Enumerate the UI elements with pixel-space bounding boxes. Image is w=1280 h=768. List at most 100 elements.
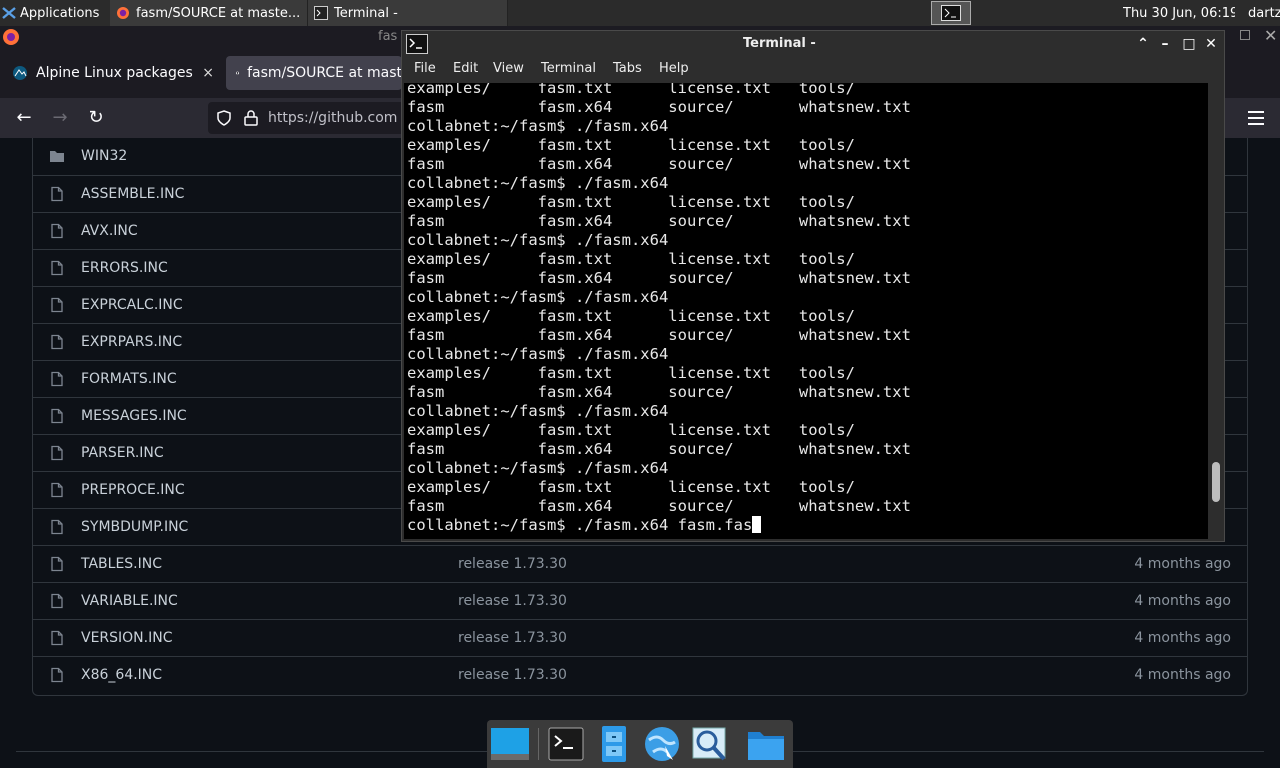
menu-file[interactable]: File — [414, 61, 436, 76]
terminal-window[interactable]: Terminal - ⌃ – □ ✕ File Edit View Termin… — [401, 30, 1225, 542]
lock-icon — [244, 110, 258, 126]
commit-message-link[interactable]: release 1.73.30 — [458, 667, 567, 683]
terminal-output[interactable]: examples/ fasm.txt license.txt tools/fas… — [404, 83, 1208, 539]
menu-terminal[interactable]: Terminal — [541, 61, 596, 76]
terminal-scrollbar[interactable] — [1210, 83, 1222, 539]
file-name-link[interactable]: PREPROCE.INC — [81, 482, 185, 498]
table-row[interactable]: TABLES.INC release 1.73.30 4 months ago — [33, 545, 1247, 582]
workspace-window-icon — [941, 5, 961, 21]
file-name-link[interactable]: TABLES.INC — [81, 556, 162, 572]
terminal-icon[interactable] — [545, 724, 587, 764]
terminal-line: fasm fasm.x64 source/ whatsnew.txt — [407, 155, 911, 173]
workspace-switcher[interactable] — [931, 0, 973, 26]
file-icon — [51, 630, 63, 646]
terminal-line: examples/ fasm.txt license.txt tools/ — [407, 250, 855, 268]
menu-edit[interactable]: Edit — [453, 61, 478, 76]
terminal-icon — [314, 6, 328, 20]
file-icon — [51, 260, 63, 276]
tab-label: Alpine Linux packages — [36, 65, 193, 81]
file-name-link[interactable]: X86_64.INC — [81, 667, 162, 683]
file-icon — [51, 223, 63, 239]
close-icon[interactable]: ✕ — [1202, 35, 1220, 53]
terminal-line: fasm fasm.x64 source/ whatsnew.txt — [407, 383, 911, 401]
file-name-link[interactable]: EXPRPARS.INC — [81, 334, 182, 350]
terminal-line: collabnet:~/fasm$ ./fasm.x64 — [407, 459, 669, 477]
firefox-icon — [117, 7, 129, 19]
close-icon[interactable]: ✕ — [1264, 26, 1277, 45]
terminal-line: examples/ fasm.txt license.txt tools/ — [407, 421, 855, 439]
menu-tabs[interactable]: Tabs — [613, 61, 642, 76]
dock-separator — [538, 728, 539, 760]
back-arrow-icon[interactable]: ← — [12, 106, 36, 130]
forward-arrow-icon[interactable]: → — [48, 106, 72, 130]
terminal-line: examples/ fasm.txt license.txt tools/ — [407, 364, 855, 382]
file-name-link[interactable]: SYMBDUMP.INC — [81, 519, 188, 535]
minimize-icon[interactable]: – — [1156, 35, 1174, 53]
firefox-window-title: fas — [378, 29, 398, 44]
taskbar-item-terminal[interactable]: Terminal - — [308, 0, 508, 26]
maximize-icon[interactable] — [1240, 30, 1250, 40]
menu-help[interactable]: Help — [659, 61, 689, 76]
hamburger-menu-icon[interactable] — [1248, 108, 1264, 128]
taskbar-item-firefox[interactable]: fasm/SOURCE at maste... — [110, 0, 308, 26]
file-name-link[interactable]: VERSION.INC — [81, 630, 173, 646]
taskbar-item-label: fasm/SOURCE at maste... — [136, 5, 301, 21]
terminal-line: collabnet:~/fasm$ ./fasm.x64 — [407, 174, 669, 192]
reload-icon[interactable]: ↻ — [84, 106, 108, 130]
shade-icon[interactable]: ⌃ — [1134, 35, 1152, 53]
tab-close-icon[interactable]: × — [202, 65, 214, 81]
file-name-link[interactable]: MESSAGES.INC — [81, 408, 187, 424]
menu-view[interactable]: View — [493, 61, 524, 76]
scrollbar-thumb[interactable] — [1212, 462, 1220, 502]
terminal-titlebar[interactable]: Terminal - ⌃ – □ ✕ — [402, 31, 1224, 57]
terminal-menubar: File Edit View Terminal Tabs Help — [402, 57, 1224, 81]
commit-message-link[interactable]: release 1.73.30 — [458, 630, 567, 646]
web-browser-icon[interactable] — [641, 724, 683, 764]
file-name-link[interactable]: AVX.INC — [81, 223, 138, 239]
commit-age: 4 months ago — [1134, 556, 1231, 572]
file-icon — [51, 186, 63, 202]
show-desktop-icon[interactable] — [489, 724, 531, 764]
table-row[interactable]: VERSION.INC release 1.73.30 4 months ago — [33, 619, 1247, 656]
taskbar-item-label: Terminal - — [334, 5, 398, 21]
file-cabinet-icon[interactable] — [593, 724, 635, 764]
tab-label: fasm/SOURCE at mast — [247, 65, 402, 81]
table-row[interactable]: X86_64.INC release 1.73.30 4 months ago — [33, 656, 1247, 693]
file-icon — [51, 445, 63, 461]
clock[interactable]: Thu 30 Jun, 06:19 — [1123, 0, 1235, 26]
applications-menu[interactable]: Applications — [2, 0, 110, 26]
file-icon — [51, 334, 63, 350]
file-icon — [51, 556, 63, 572]
commit-message-link[interactable]: release 1.73.30 — [458, 556, 567, 572]
file-icon — [51, 371, 63, 387]
file-name-link[interactable]: EXPRCALC.INC — [81, 297, 183, 313]
commit-age: 4 months ago — [1134, 667, 1231, 683]
terminal-line: examples/ fasm.txt license.txt tools/ — [407, 478, 855, 496]
file-icon — [51, 482, 63, 498]
file-name-link[interactable]: WIN32 — [81, 148, 127, 164]
app-finder-icon[interactable] — [689, 724, 731, 764]
file-icon — [51, 297, 63, 313]
file-name-link[interactable]: ERRORS.INC — [81, 260, 168, 276]
top-panel: Applications fasm/SOURCE at maste... Ter… — [0, 0, 1280, 26]
maximize-icon[interactable]: □ — [1180, 35, 1198, 53]
file-icon — [51, 667, 63, 683]
dock — [487, 720, 793, 768]
file-name-link[interactable]: FORMATS.INC — [81, 371, 177, 387]
tab-fasm-source[interactable]: fasm/SOURCE at mast — [226, 56, 402, 90]
file-name-link[interactable]: ASSEMBLE.INC — [81, 186, 184, 202]
commit-message-link[interactable]: release 1.73.30 — [458, 593, 567, 609]
terminal-line: examples/ fasm.txt license.txt tools/ — [407, 136, 855, 154]
url-bar[interactable]: https://github.com — [208, 102, 408, 134]
user-menu[interactable]: dartz — [1248, 0, 1280, 26]
table-row[interactable]: VARIABLE.INC release 1.73.30 4 months ago — [33, 582, 1247, 619]
file-name-link[interactable]: PARSER.INC — [81, 445, 164, 461]
applications-label: Applications — [20, 5, 100, 21]
tab-alpine-packages[interactable]: Alpine Linux packages × — [2, 56, 224, 90]
folder-icon[interactable] — [745, 724, 787, 764]
file-name-link[interactable]: VARIABLE.INC — [81, 593, 178, 609]
terminal-prompt-line: collabnet:~/fasm$ ./fasm.x64 fasm.fas — [407, 516, 762, 535]
firefox-icon — [3, 29, 19, 45]
terminal-line: examples/ fasm.txt license.txt tools/ — [407, 307, 855, 325]
terminal-line: fasm fasm.x64 source/ whatsnew.txt — [407, 326, 911, 344]
